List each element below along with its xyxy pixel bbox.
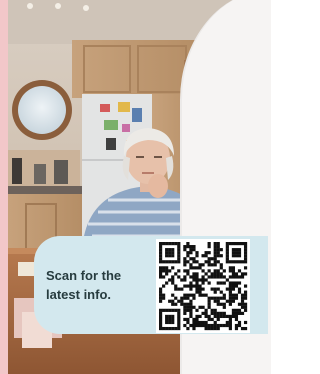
- scan-message: Scan for the latest info.: [46, 268, 122, 302]
- side-accent-strip: [0, 0, 8, 374]
- screen: Scan for the latest info.: [0, 0, 271, 374]
- qr-code-graphic: [159, 242, 248, 331]
- info-card: Scan for the latest info.: [34, 236, 268, 334]
- qr-code-icon[interactable]: [156, 239, 250, 333]
